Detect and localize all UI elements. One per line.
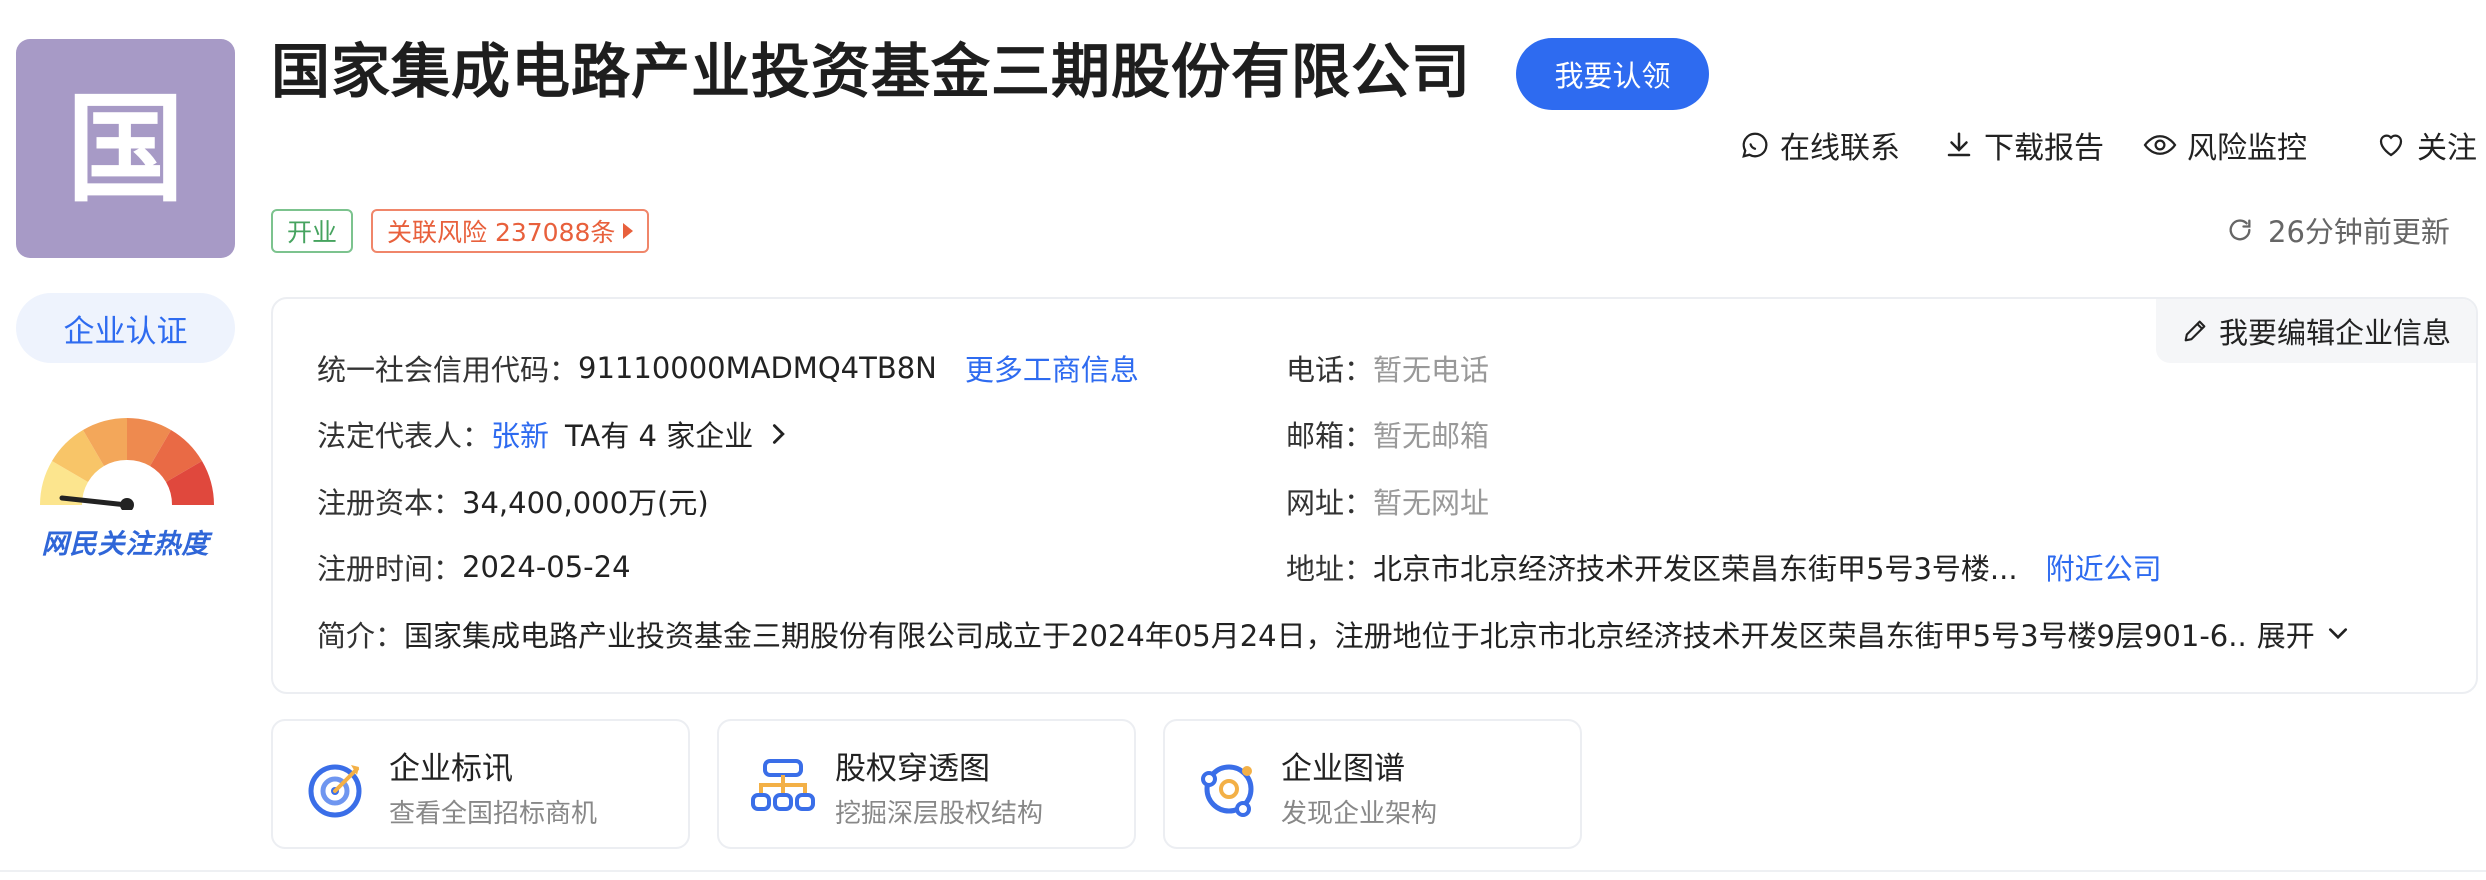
eye-icon [2143,135,2177,155]
address-label: 地址： [1286,552,1374,586]
feature-title: 企业标讯 [389,751,513,787]
header-actions: 在线联系 下载报告 风险监控 关注 [1740,120,2478,170]
target-icon [308,764,362,818]
legal-rep-row: 法定代表人： 张新 TA有 4 家企业 [317,414,787,454]
org-chart-icon [751,759,815,811]
legal-rep-companies-link[interactable]: TA有 4 家企业 [565,413,753,455]
intro-label: 简介： [317,619,405,653]
enterprise-cert-button[interactable]: 企业认证 [16,293,235,363]
email-value: 暂无邮箱 [1373,419,1490,453]
address-row: 地址： 北京市北京经济技术开发区荣昌东街甲5号3号楼... 附近公司 [1286,547,2162,587]
online-contact-label: 在线联系 [1780,131,1900,166]
company-info-card: 我要编辑企业信息 统一社会信用代码： 91110000MADMQ4TB8N 更多… [271,297,2478,694]
company-name: 国家集成电路产业投资基金三期股份有限公司 [271,37,1472,106]
heat-gauge-icon [40,418,214,510]
caret-right-icon [623,223,634,239]
heat-label: 网民关注热度 [41,529,210,560]
feature-card-tender[interactable]: 企业标讯 查看全国招标商机 [271,719,690,849]
feature-card-equity[interactable]: 股权穿透图 挖掘深层股权结构 [717,719,1136,849]
credit-code-value: 91110000MADMQ4TB8N [578,351,937,385]
phone-label: 电话： [1286,353,1374,387]
feature-subtitle: 挖掘深层股权结构 [835,799,1044,829]
phone-value: 暂无电话 [1373,353,1490,387]
capital-label: 注册资本： [317,486,463,520]
related-risk-label: 关联风险 237088条 [387,218,616,247]
claim-button[interactable]: 我要认领 [1516,38,1709,110]
feature-card-graph[interactable]: 企业图谱 发现企业架构 [1163,719,1582,849]
pencil-icon [2184,320,2206,342]
chevron-right-icon [773,424,786,444]
status-badge: 开业 [271,209,354,253]
website-value: 暂无网址 [1373,486,1490,520]
download-report-label: 下载报告 [1984,131,2104,166]
company-logo: 国 [16,39,235,258]
reg-date-label: 注册时间： [317,552,463,586]
related-risk-badge[interactable]: 关联风险 237088条 [371,209,650,253]
phone-row: 电话： 暂无电话 [1286,348,1489,388]
edit-info-button[interactable]: 我要编辑企业信息 [2156,299,2476,363]
update-status-label: 26分钟前更新 [2268,215,2450,249]
reg-date-row: 注册时间： 2024-05-24 [317,547,631,587]
feature-title: 企业图谱 [1281,751,1405,787]
address-value: 北京市北京经济技术开发区荣昌东街甲5号3号楼... [1373,552,2018,586]
credit-code-row: 统一社会信用代码： 91110000MADMQ4TB8N 更多工商信息 [317,348,1139,388]
risk-monitor-label: 风险监控 [2187,131,2307,166]
legal-rep-link[interactable]: 张新 [491,413,549,455]
update-status[interactable]: 26分钟前更新 [2226,205,2450,255]
chevron-down-icon[interactable] [2327,626,2349,642]
website-row: 网址： 暂无网址 [1286,481,1489,521]
capital-row: 注册资本： 34,400,000万(元) [317,481,709,521]
email-row: 邮箱： 暂无邮箱 [1286,414,1489,454]
bottom-divider [0,870,2486,872]
company-logo-char: 国 [66,79,185,218]
follow-label: 关注 [2417,131,2477,166]
edit-info-label: 我要编辑企业信息 [2218,316,2451,350]
risk-monitor-button[interactable]: 风险监控 [2143,120,2307,170]
feature-title: 股权穿透图 [835,751,990,787]
intro-row: 简介： 国家集成电路产业投资基金三期股份有限公司成立于2024年05月24日，注… [317,614,2427,654]
chat-icon [1742,132,1768,158]
legal-rep-label: 法定代表人： [317,419,492,453]
expand-button[interactable]: 展开 [2257,613,2315,655]
download-report-button[interactable]: 下载报告 [1944,120,2104,170]
online-contact-button[interactable]: 在线联系 [1740,120,1900,170]
follow-button[interactable]: 关注 [2375,120,2477,170]
graph-icon [1201,764,1254,817]
heart-icon [2379,134,2403,157]
feature-subtitle: 查看全国招标商机 [389,799,598,829]
refresh-icon [2229,219,2251,241]
capital-value: 34,400,000万(元) [462,486,709,520]
feature-subtitle: 发现企业架构 [1281,799,1438,829]
credit-code-label: 统一社会信用代码： [317,353,579,387]
nearby-companies-link[interactable]: 附近公司 [2046,546,2162,588]
email-label: 邮箱： [1286,419,1374,453]
download-icon [1947,132,1971,157]
website-label: 网址： [1286,486,1374,520]
more-business-info-link[interactable]: 更多工商信息 [965,347,1139,389]
reg-date-value: 2024-05-24 [462,550,631,584]
intro-text: 国家集成电路产业投资基金三期股份有限公司成立于2024年05月24日，注册地位于… [404,619,2247,653]
